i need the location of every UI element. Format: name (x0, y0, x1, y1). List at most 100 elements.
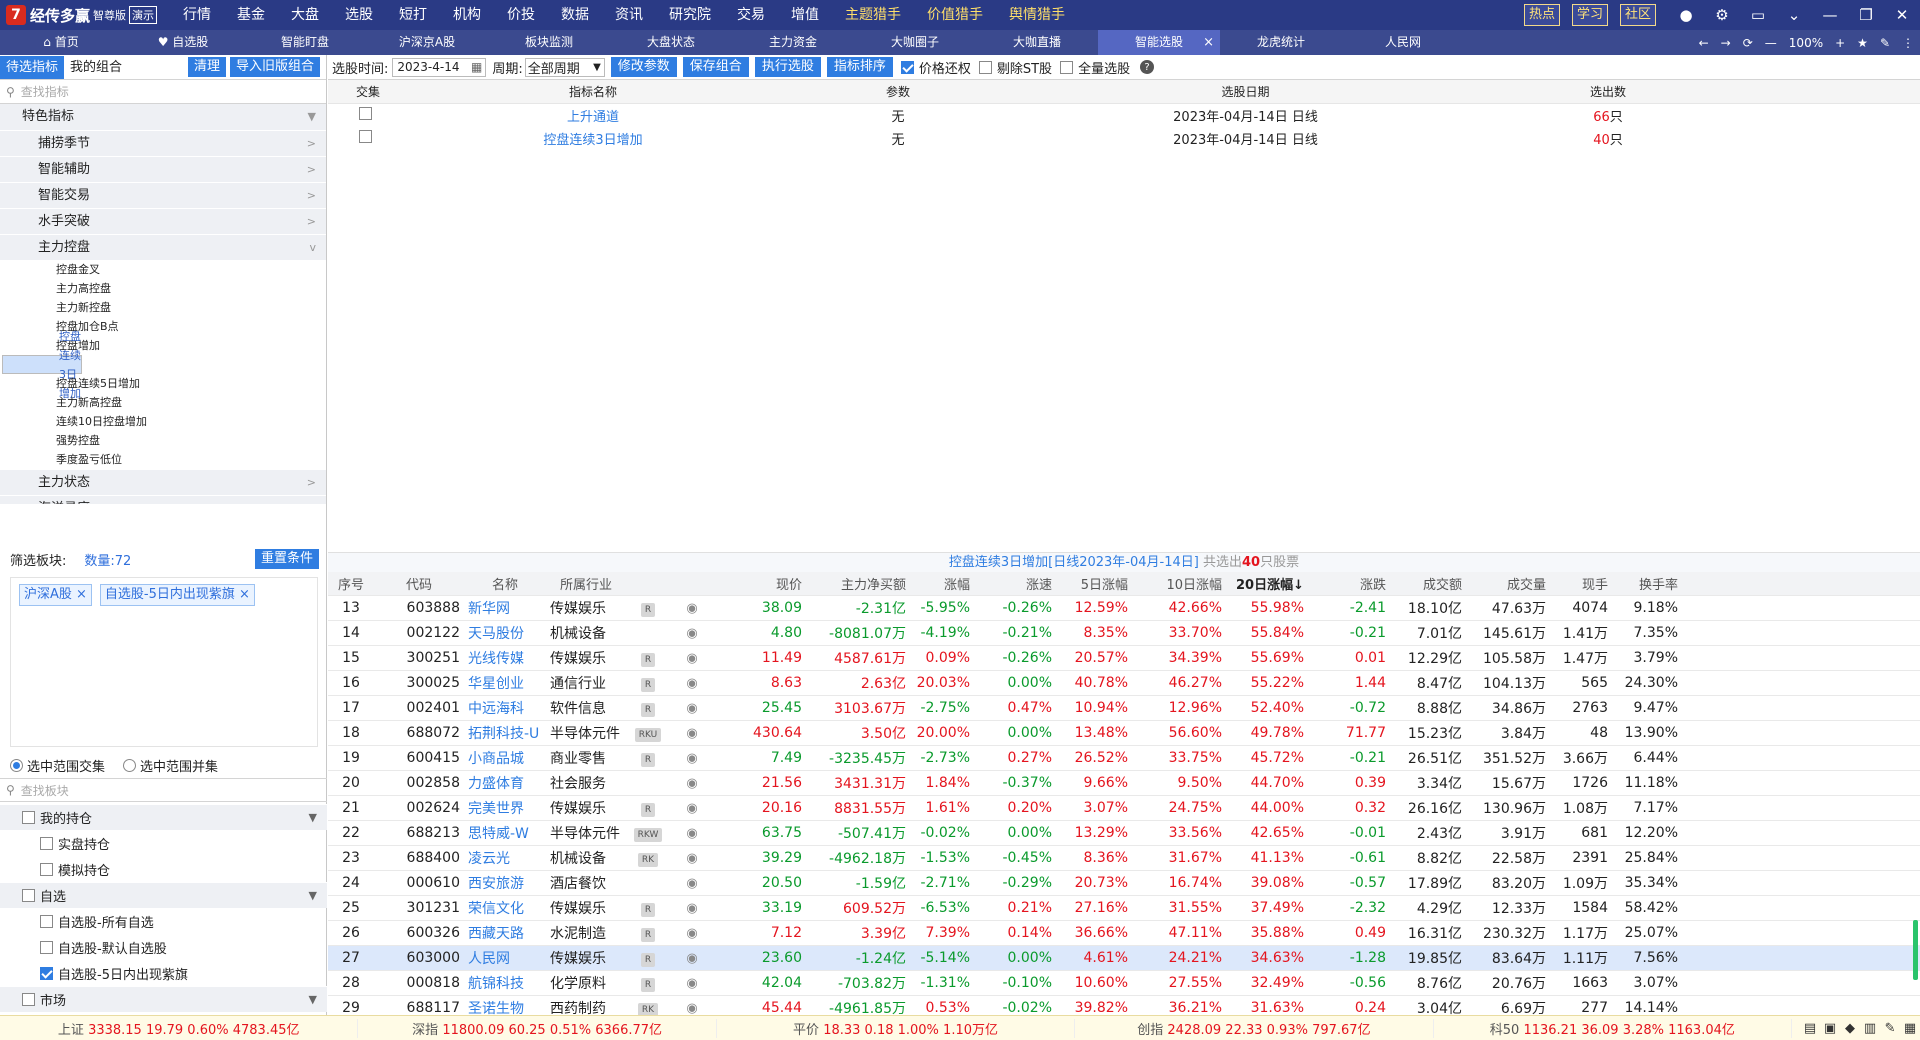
column-header[interactable]: 成交量 (1466, 574, 1550, 593)
tab-item[interactable]: 大咖圈子 (854, 30, 976, 55)
column-header[interactable]: 20日涨幅↓ (1226, 574, 1308, 593)
table-row[interactable]: 13 603888 新华网 传媒娱乐 R ◉ 38.09 -2.31亿 -5.95% -0.26%… (328, 596, 1920, 621)
period-select[interactable]: 全部周期 ▼ (524, 57, 605, 77)
tab-close-icon[interactable]: × (1203, 30, 1214, 55)
column-header[interactable]: 成交额 (1390, 574, 1466, 593)
column-header[interactable]: 涨速 (974, 574, 1056, 593)
cell[interactable]: 思特威-W (464, 823, 546, 843)
modify-params-button[interactable]: 修改参数 (610, 57, 677, 77)
table-row[interactable]: 23 688400 凌云光 机械设备 RK ◉ 39.29 -4962.18万 -1.53% -0… (328, 846, 1920, 871)
tab-item[interactable]: 智能盯盘 (244, 30, 366, 55)
tree-item[interactable]: 海洋寻底 > (0, 495, 326, 504)
menu-item[interactable]: 交易 (724, 0, 778, 30)
tree-item[interactable]: 主力新高控盘 (0, 393, 326, 412)
radio-intersection[interactable] (10, 758, 23, 772)
menu-item[interactable]: 价值猎手 (914, 0, 996, 30)
help-icon[interactable]: ? (1140, 60, 1155, 74)
eye-icon[interactable]: ◉ (686, 776, 697, 791)
grid-icon[interactable]: ▦ (1900, 1021, 1920, 1036)
table-row[interactable]: 17 002401 中远海科 软件信息 R ◉ 25.45 3103.67万 -2.75% 0.4… (328, 696, 1920, 721)
indicator-row[interactable]: 上升通道 无 2023年-04月-14日 日线 66只 (328, 104, 1920, 127)
tree-item[interactable]: 特色指标 ▼ (0, 104, 326, 130)
indicator-search[interactable]: ⚲ 查找指标 (0, 80, 326, 104)
sector-item[interactable]: 自选股-所有自选 (0, 908, 327, 934)
tab-item[interactable]: 人民网 (1342, 30, 1464, 55)
eye-icon[interactable]: ◉ (686, 826, 697, 841)
radio-union[interactable] (123, 758, 137, 772)
column-header[interactable]: 所属行业 (546, 574, 626, 593)
tab-item[interactable]: 大盘状态 (610, 30, 732, 55)
tab-item[interactable]: 龙虎统计 (1220, 30, 1342, 55)
cell[interactable]: 西安旅游 (464, 873, 546, 893)
index-quote[interactable]: 上证 3338.15 19.79 0.60% 4783.45亿 (0, 1018, 359, 1038)
eye-icon[interactable]: ◉ (686, 876, 697, 891)
indicator-name[interactable]: 控盘连续3日增加 (408, 129, 778, 148)
tree-item[interactable]: 主力状态 > (0, 469, 326, 495)
pen-icon[interactable]: ✎ (1880, 36, 1890, 50)
menu-item[interactable]: 短打 (386, 0, 440, 30)
checkbox-icon[interactable] (40, 862, 53, 876)
tab-item[interactable]: ♥ 自选股 (122, 30, 244, 55)
column-header[interactable]: 主力净买额 (806, 574, 910, 593)
chevron-down-icon[interactable]: ⌄ (1784, 5, 1804, 25)
table-row[interactable]: 25 301231 荣信文化 传媒娱乐 R ◉ 33.19 609.52万 -6.53% 0.21… (328, 896, 1920, 921)
cell[interactable]: 力盛体育 (464, 773, 546, 793)
app-logo[interactable]: 7 经传多赢 智尊版 演示 (0, 5, 170, 26)
sector-item[interactable]: 自选股-默认自选股 (0, 934, 327, 960)
sector-item[interactable]: 市场 ▼ (0, 986, 327, 1012)
chart-icon[interactable]: ▥ (1860, 1021, 1880, 1036)
table-row[interactable]: 19 600415 小商品城 商业零售 R ◉ 7.49 -3235.45万 -2.73% 0.2… (328, 746, 1920, 771)
tab-my-combos[interactable]: 我的组合 (64, 56, 128, 79)
tree-item[interactable]: 控盘连续5日增加 (0, 374, 326, 393)
column-header[interactable]: 序号 (328, 574, 374, 593)
close-icon[interactable]: ✕ (1892, 5, 1912, 25)
date-input[interactable]: 2023-4-14 ▦ (392, 57, 487, 77)
more-icon[interactable]: ⋮ (1902, 36, 1914, 50)
table-row[interactable]: 24 000610 西安旅游 酒店餐饮 ◉ 20.50 -1.59亿 -2.71% -0.29%… (328, 871, 1920, 896)
refresh-icon[interactable]: ⟳ (1743, 36, 1753, 50)
index-quote[interactable]: 深指 11800.09 60.25 0.51% 6366.77亿 (358, 1018, 717, 1038)
checkbox-icon[interactable] (22, 811, 35, 824)
restore-icon[interactable]: ❐ (1856, 5, 1876, 25)
zoom-out-icon[interactable]: — (1765, 36, 1777, 50)
cell[interactable]: 完美世界 (464, 798, 546, 818)
indicator-row[interactable]: 控盘连续3日增加 无 2023年-04月-14日 日线 40只 (328, 127, 1920, 150)
column-header[interactable]: 10日涨幅 (1132, 574, 1226, 593)
column-header[interactable]: 代码 (374, 574, 464, 593)
calc-icon[interactable]: ▤ (1800, 1021, 1820, 1036)
menu-item[interactable]: 选股 (332, 0, 386, 30)
eye-icon[interactable]: ◉ (686, 1001, 697, 1016)
table-row[interactable]: 20 002858 力盛体育 社会服务 ◉ 21.56 3431.31万 1.84% -0.37… (328, 771, 1920, 796)
tree-item[interactable]: 控盘金叉 (0, 260, 326, 279)
tab-item[interactable]: ⌂ 首页 (0, 30, 122, 55)
cell[interactable]: 光线传媒 (464, 648, 546, 668)
eye-icon[interactable]: ◉ (686, 801, 697, 816)
checkbox-icon[interactable] (40, 914, 53, 928)
scrollbar-thumb[interactable] (1913, 920, 1918, 980)
indicator-sort-button[interactable]: 指标排序 (826, 57, 893, 77)
cell[interactable]: 新华网 (464, 598, 546, 618)
eye-icon[interactable]: ◉ (686, 926, 697, 941)
exclude-st-checkbox[interactable]: 剔除ST股 (978, 58, 1052, 77)
minimize-icon[interactable]: — (1820, 5, 1840, 25)
checkbox-icon[interactable] (359, 107, 372, 120)
checkbox-icon[interactable] (40, 836, 53, 850)
tab-item[interactable]: 主力资金 (732, 30, 854, 55)
table-row[interactable]: 15 300251 光线传媒 传媒娱乐 R ◉ 11.49 4587.61万 0.09% -0.2… (328, 646, 1920, 671)
checkbox-icon[interactable] (22, 993, 35, 1006)
eye-icon[interactable]: ◉ (686, 676, 697, 691)
cell[interactable]: 中远海科 (464, 698, 546, 718)
cell[interactable]: 西藏天路 (464, 923, 546, 943)
sector-tag[interactable]: 自选股-5日内出现紫旗 × (99, 584, 255, 606)
eye-icon[interactable]: ◉ (686, 651, 697, 666)
column-header[interactable]: 名称 (464, 574, 546, 593)
star-icon[interactable]: ★ (1857, 36, 1868, 50)
tree-item[interactable]: 控盘增加 (0, 336, 326, 355)
calendar-icon[interactable]: ▦ (471, 60, 482, 74)
sector-search[interactable]: ⚲ 查找板块 (0, 778, 327, 802)
column-header[interactable]: 现价 (714, 574, 806, 593)
menu-item[interactable]: 资讯 (602, 0, 656, 30)
menu-item[interactable]: 价投 (494, 0, 548, 30)
tree-item[interactable]: 控盘加仓B点 (0, 317, 326, 336)
cell[interactable]: 凌云光 (464, 848, 546, 868)
